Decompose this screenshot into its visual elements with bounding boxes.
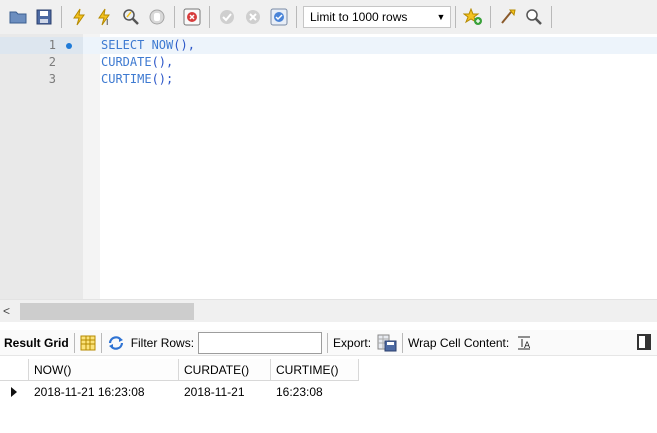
table-cell[interactable]: 2018-11-21: [179, 381, 271, 403]
wrap-cell-content-label: Wrap Cell Content:: [408, 335, 510, 350]
statement-marker-icon: [66, 43, 72, 49]
code-keyword: SELECT NOW: [101, 38, 174, 52]
code-line-1[interactable]: SELECT NOW(),: [101, 37, 641, 54]
commit-icon: [220, 10, 234, 24]
toolbar-separator: [100, 332, 102, 353]
wrap-text-icon[interactable]: A: [517, 336, 531, 350]
column-header[interactable]: CURDATE(): [179, 359, 271, 381]
line-number-gutter: 1 2 3: [0, 34, 83, 299]
code-text: (),: [173, 38, 195, 52]
filter-rows-label: Filter Rows:: [130, 335, 195, 350]
toggle-error-button[interactable]: [179, 4, 205, 30]
stop-icon: [149, 9, 165, 25]
limit-rows-select[interactable]: Limit to 1000 rows ▼: [303, 6, 451, 28]
row-header-corner: [0, 359, 29, 381]
row-header[interactable]: [0, 381, 29, 403]
export-label: Export:: [333, 335, 372, 350]
toolbar-separator: [402, 332, 404, 353]
rollback-icon: [246, 10, 260, 24]
save-button[interactable]: [31, 4, 57, 30]
result-grid: NOW() CURDATE() CURTIME() 2018-11-21 16:…: [0, 359, 360, 403]
open-folder-button[interactable]: [5, 4, 31, 30]
toolbar-separator: [327, 332, 329, 353]
limit-rows-value: Limit to 1000 rows: [310, 10, 408, 24]
execute-current-button[interactable]: I: [92, 4, 118, 30]
sql-editor[interactable]: 1 2 3 SELECT NOW(), CURDATE(), CURTIME()…: [0, 34, 657, 299]
toolbar-separator: [455, 6, 456, 28]
table-cell[interactable]: 16:23:08: [271, 381, 359, 403]
toggle-panel-icon[interactable]: [637, 334, 651, 350]
result-grid-tab[interactable]: Result Grid: [4, 336, 69, 350]
toolbar-separator: [61, 6, 62, 28]
refresh-icon[interactable]: [107, 335, 125, 351]
results-toolbar: Result Grid Filter Rows: Export: Wrap Ce…: [0, 330, 657, 356]
toolbar-separator: [174, 6, 175, 28]
autocommit-icon: [270, 8, 288, 26]
commit-button[interactable]: [214, 4, 240, 30]
find-button[interactable]: [521, 4, 547, 30]
add-snippet-button[interactable]: [460, 4, 486, 30]
find-icon: [526, 9, 542, 25]
toolbar-separator: [551, 6, 552, 28]
column-header[interactable]: NOW(): [29, 359, 179, 381]
beautify-button[interactable]: [495, 4, 521, 30]
export-icon[interactable]: [377, 334, 397, 352]
grid-header-row: NOW() CURDATE() CURTIME(): [0, 359, 360, 381]
explain-button[interactable]: [118, 4, 144, 30]
scroll-left-icon[interactable]: <: [3, 303, 15, 319]
code-line-3[interactable]: CURTIME();: [101, 71, 641, 88]
toggle-error-icon: [183, 8, 201, 26]
add-snippet-icon: [463, 8, 482, 25]
svg-text:I: I: [106, 18, 108, 26]
toolbar-separator: [73, 332, 75, 353]
code-text: (),: [151, 55, 174, 69]
scrollbar-thumb[interactable]: [20, 303, 194, 320]
table-cell[interactable]: 2018-11-21 16:23:08: [29, 381, 179, 403]
execute-button[interactable]: [66, 4, 92, 30]
column-header[interactable]: CURTIME(): [271, 359, 359, 381]
save-icon: [36, 9, 52, 25]
grid-view-icon[interactable]: [80, 335, 96, 351]
filter-rows-input[interactable]: [198, 331, 323, 354]
execute-current-icon: I: [98, 8, 110, 26]
code-keyword: CURDATE: [101, 55, 152, 69]
sql-editor-toolbar: I Limit to 1000 rows ▼: [0, 0, 657, 34]
code-keyword: CURTIME: [101, 72, 152, 86]
line-number: 2: [48, 55, 56, 69]
autocommit-button[interactable]: [266, 4, 292, 30]
toolbar-separator: [209, 6, 210, 28]
code-text: ();: [151, 72, 174, 86]
toolbar-separator: [296, 6, 297, 28]
table-row[interactable]: 2018-11-21 16:23:08 2018-11-21 16:23:08: [0, 381, 360, 403]
editor-horizontal-scrollbar[interactable]: <: [0, 299, 657, 322]
beautify-icon: [501, 9, 516, 24]
toolbar-separator: [490, 6, 491, 28]
code-line-2[interactable]: CURDATE(),: [101, 54, 641, 71]
open-folder-icon: [9, 11, 27, 24]
stop-button[interactable]: [144, 4, 170, 30]
current-row-icon: [11, 386, 17, 397]
explain-icon: [123, 9, 139, 25]
execute-icon: [73, 8, 85, 26]
line-number: 1: [48, 38, 56, 52]
rollback-button[interactable]: [240, 4, 266, 30]
chevron-down-icon: ▼: [436, 12, 446, 22]
line-number: 3: [48, 72, 56, 86]
